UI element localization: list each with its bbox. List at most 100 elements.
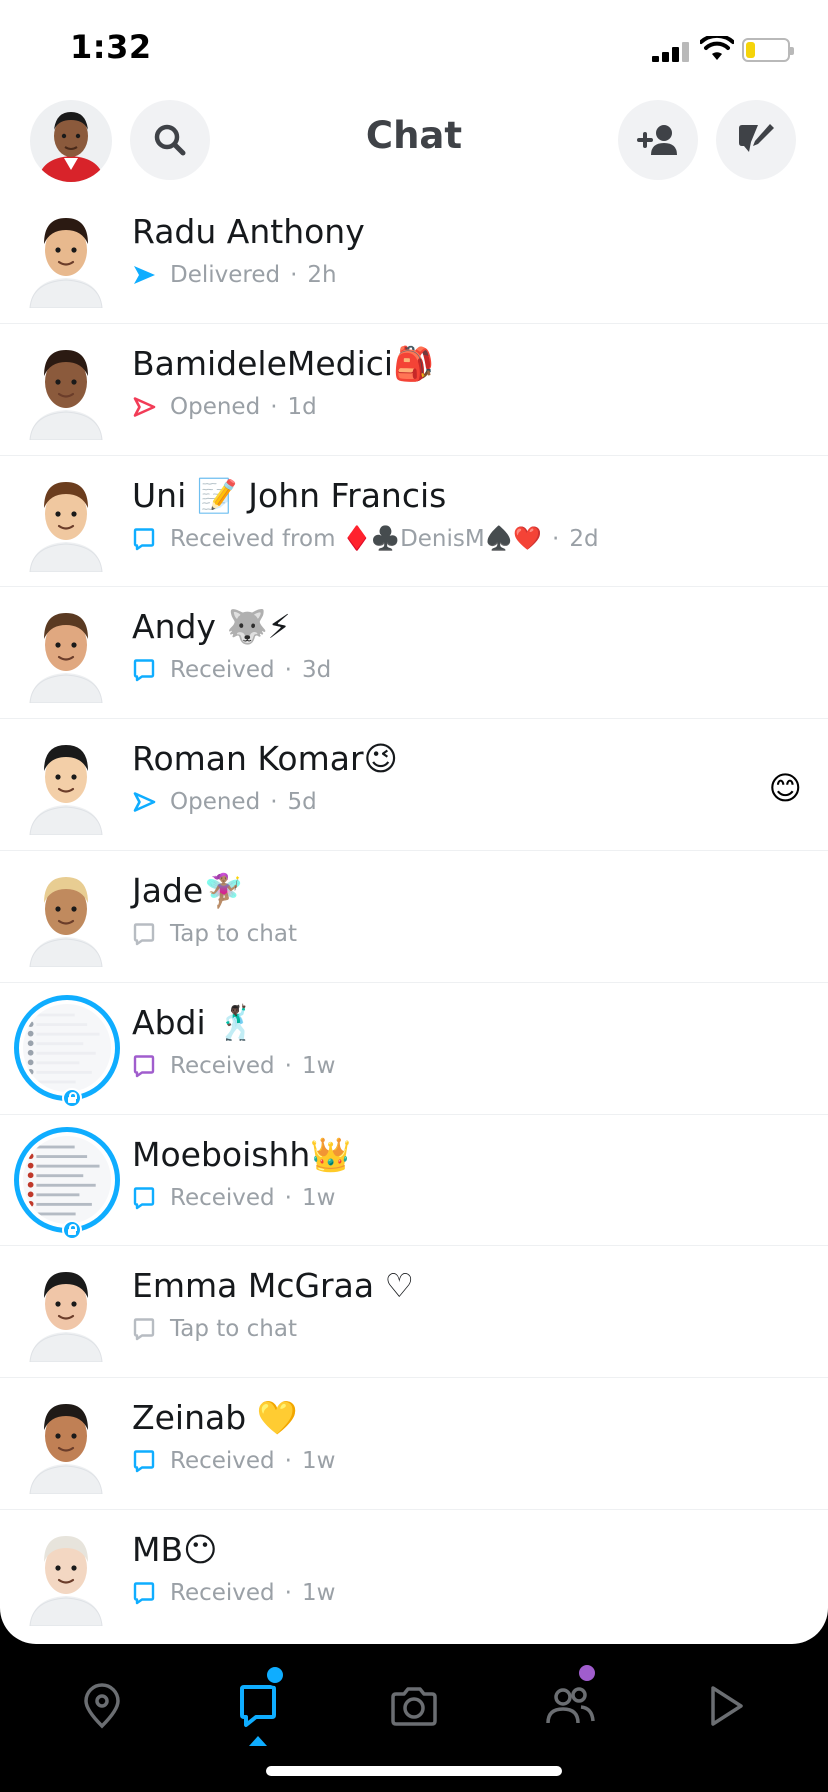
- status-text: Received: [170, 1184, 275, 1211]
- status-separator: ·: [284, 1579, 292, 1606]
- bitmoji-avatar[interactable]: [16, 863, 116, 968]
- status-separator: ·: [284, 1448, 292, 1475]
- bitmoji-avatar[interactable]: [16, 731, 116, 836]
- battery-icon: [742, 38, 794, 62]
- chat-outline-icon: [132, 527, 156, 551]
- status-text: Received: [170, 657, 275, 684]
- bitmoji-avatar[interactable]: [16, 1390, 116, 1495]
- chat-name: Jade🧚🏽‍♀️: [132, 870, 245, 910]
- reaction-emoji[interactable]: 😊: [769, 769, 802, 807]
- status-text: Received: [170, 1448, 275, 1475]
- status-separator: ·: [290, 262, 298, 288]
- chat-status: Received · 3d: [132, 653, 331, 687]
- chat-status: Delivered · 2h: [132, 258, 337, 292]
- chat-name: Roman Komar😉: [132, 739, 398, 779]
- nav-chat[interactable]: [218, 1664, 298, 1746]
- page-title: Chat: [365, 114, 463, 157]
- nav-spotlight[interactable]: [686, 1666, 766, 1746]
- bitmoji-avatar[interactable]: [16, 599, 116, 704]
- bottom-nav: [0, 1644, 828, 1792]
- chat-name: MB😶: [132, 1529, 218, 1569]
- bitmoji-avatar[interactable]: [16, 1258, 116, 1363]
- friends-icon: [546, 1687, 595, 1724]
- status-separator: ·: [552, 525, 560, 552]
- status-separator: ·: [270, 393, 278, 420]
- chat-outline-icon: [132, 1054, 156, 1078]
- chat-outline-icon: [132, 658, 156, 682]
- status-time: 1w: [301, 1448, 336, 1475]
- nav-camera[interactable]: [374, 1666, 454, 1746]
- chat-status: Received · 1w: [132, 1049, 335, 1083]
- status-time: 3d: [301, 657, 332, 684]
- status-text: Opened: [170, 789, 261, 816]
- chat-row[interactable]: MB😶 Received · 1w: [0, 1510, 828, 1642]
- chat-name: Zeinab 💛: [132, 1398, 298, 1438]
- chat-status: Received · 1w: [132, 1444, 335, 1478]
- chat-name: Emma McGraa ♡: [132, 1266, 415, 1306]
- bitmoji-avatar[interactable]: [16, 204, 116, 309]
- chat-row[interactable]: Abdi 🕺🏿 Received · 1w: [0, 983, 828, 1115]
- add-friend-button[interactable]: [618, 100, 698, 180]
- stories-badge: [576, 1662, 598, 1684]
- lock-icon: [62, 1219, 82, 1240]
- lock-icon: [62, 1087, 82, 1108]
- chat-outline-icon: [132, 1449, 156, 1473]
- camera-icon: [391, 1687, 437, 1726]
- chat-badge: [264, 1664, 286, 1686]
- chat-row[interactable]: Zeinab 💛 Received · 1w: [0, 1378, 828, 1510]
- chat-status: Tap to chat: [132, 917, 297, 951]
- status-text: Delivered: [170, 262, 281, 288]
- chat-row[interactable]: Andy 🐺⚡ Received · 3d: [0, 587, 828, 720]
- bitmoji-avatar[interactable]: [16, 468, 116, 573]
- new-chat-button[interactable]: [716, 100, 796, 180]
- chat-list: Radu Anthony Delivered · 2h BamideleMedici🎒 O…: [0, 192, 828, 1642]
- chat-row[interactable]: Radu Anthony Delivered · 2h: [0, 192, 828, 324]
- chat-name: Radu Anthony: [132, 212, 365, 251]
- status-separator: ·: [284, 657, 292, 684]
- chat-status: Opened · 1d: [132, 390, 317, 424]
- bitmoji-avatar[interactable]: [16, 336, 116, 441]
- nav-stories[interactable]: [530, 1662, 610, 1746]
- screen: 1:32 Chat Radu Anthony Delivered · 2h Ba…: [0, 0, 828, 1644]
- signal-icon: [652, 42, 690, 62]
- chat-name: BamideleMedici🎒: [132, 343, 435, 383]
- chat-row[interactable]: Emma McGraa ♡ Tap to chat: [0, 1246, 828, 1379]
- chat-row[interactable]: BamideleMedici🎒 Opened · 1d: [0, 324, 828, 456]
- chat-name: Moeboishh👑: [132, 1134, 352, 1174]
- chat-name: Uni 📝 John Francis: [132, 475, 447, 515]
- status-text: Received from ♦️♣️DenisM♠️❤️: [170, 526, 542, 553]
- chat-outline-icon: [132, 922, 156, 946]
- chat-name: Abdi 🕺🏿: [132, 1002, 258, 1042]
- status-text: Received: [170, 1579, 275, 1606]
- header: Chat: [0, 100, 828, 190]
- chat-status: Received from ♦️♣️DenisM♠️❤️ · 2d: [132, 522, 599, 556]
- status-separator: ·: [270, 789, 278, 816]
- status-time: 1d: [287, 393, 317, 420]
- nav-map[interactable]: [62, 1666, 142, 1746]
- send-outline-icon: [132, 395, 156, 419]
- wifi-icon: [700, 36, 734, 60]
- bitmoji-avatar[interactable]: [16, 1522, 116, 1627]
- status-separator: ·: [284, 1184, 292, 1211]
- chat-row[interactable]: Roman Komar😉 Opened · 5d 😊: [0, 719, 828, 851]
- status-time: 1w: [301, 1184, 336, 1211]
- status-text: Tap to chat: [170, 920, 297, 947]
- chat-status: Tap to chat: [132, 1312, 297, 1346]
- story-avatar[interactable]: [14, 1126, 120, 1240]
- home-indicator[interactable]: [266, 1766, 562, 1776]
- chat-bubble-icon: [240, 1685, 276, 1727]
- chat-row[interactable]: Moeboishh👑 Received · 1w: [0, 1115, 828, 1247]
- send-filled-icon: [132, 263, 156, 287]
- status-bar: 1:32: [0, 0, 828, 100]
- chat-name: Andy 🐺⚡: [132, 607, 291, 647]
- play-icon: [711, 1686, 743, 1726]
- status-time: 5d: [287, 789, 317, 816]
- chat-status: Received · 1w: [132, 1576, 335, 1610]
- chat-row[interactable]: Jade🧚🏽‍♀️ Tap to chat: [0, 851, 828, 983]
- status-separator: ·: [284, 1052, 292, 1079]
- chat-outline-icon: [132, 1186, 156, 1210]
- chat-row[interactable]: Uni 📝 John Francis Received from ♦️♣️Deni…: [0, 456, 828, 588]
- status-time: 2d: [569, 525, 599, 552]
- map-pin-icon: [84, 1683, 120, 1729]
- story-avatar[interactable]: [14, 994, 120, 1108]
